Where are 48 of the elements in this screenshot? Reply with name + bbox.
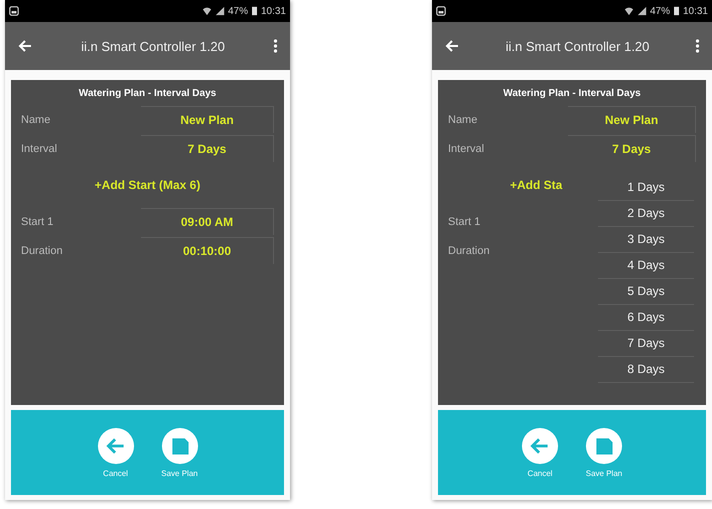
dropdown-option[interactable]: 5 Days bbox=[598, 279, 694, 305]
field-label: Interval bbox=[448, 142, 486, 154]
field-value[interactable]: New Plan bbox=[568, 106, 696, 133]
field-label: Duration bbox=[21, 244, 64, 256]
battery-icon bbox=[250, 6, 258, 16]
field-label: Duration bbox=[448, 244, 491, 256]
dropdown-option[interactable]: 2 Days bbox=[598, 201, 694, 227]
clock: 10:31 bbox=[682, 6, 708, 16]
wifi-icon bbox=[202, 6, 212, 16]
field-value[interactable]: 09:00 AM bbox=[141, 208, 274, 235]
app-title: ii.n Smart Controller 1.20 bbox=[80, 38, 226, 54]
field-value[interactable]: New Plan bbox=[141, 106, 274, 133]
menu-icon[interactable] bbox=[273, 38, 278, 54]
dropdown-option[interactable]: 6 Days bbox=[598, 305, 694, 331]
dropdown-option[interactable]: 8 Days bbox=[598, 357, 694, 383]
back-icon[interactable] bbox=[444, 38, 460, 54]
battery-percent: 47% bbox=[228, 6, 248, 16]
field-label: Name bbox=[448, 114, 478, 126]
signal-icon bbox=[636, 6, 647, 16]
dropdown-option[interactable]: 3 Days bbox=[598, 227, 694, 253]
app-title: ii.n Smart Controller 1.20 bbox=[504, 38, 650, 54]
add-start-button[interactable]: +Add Start (Max 6) bbox=[94, 178, 200, 192]
form-title: Watering Plan - Interval Days bbox=[78, 88, 218, 99]
button-label: Cancel bbox=[528, 469, 552, 478]
clock: 10:31 bbox=[260, 6, 286, 16]
menu-icon[interactable] bbox=[695, 38, 700, 54]
field-label: Start 1 bbox=[21, 216, 54, 228]
screenshot-icon bbox=[436, 6, 446, 16]
battery-icon bbox=[672, 6, 680, 16]
dropdown-option[interactable]: 1 Days bbox=[598, 175, 694, 201]
button-label: Save Plan bbox=[161, 469, 198, 478]
back-icon[interactable] bbox=[17, 38, 33, 54]
battery-percent: 47% bbox=[650, 6, 670, 16]
field-label: Interval bbox=[21, 142, 58, 154]
screenshot-icon bbox=[9, 6, 19, 16]
dropdown-option[interactable]: 4 Days bbox=[598, 253, 694, 279]
field-value[interactable]: 00:10:00 bbox=[141, 237, 274, 264]
button-label: Save Plan bbox=[586, 469, 622, 478]
wifi-icon bbox=[624, 6, 634, 16]
field-value[interactable]: 7 Days bbox=[568, 135, 696, 162]
form-title: Watering Plan - Interval Days bbox=[502, 88, 642, 99]
dropdown-option[interactable]: 7 Days bbox=[598, 331, 694, 357]
add-start-button[interactable]: +Add Sta bbox=[510, 178, 562, 192]
button-label: Cancel bbox=[103, 469, 128, 478]
field-value[interactable]: 7 Days bbox=[141, 135, 274, 162]
field-label: Name bbox=[21, 114, 52, 126]
field-label: Start 1 bbox=[448, 216, 482, 228]
signal-icon bbox=[214, 6, 225, 16]
